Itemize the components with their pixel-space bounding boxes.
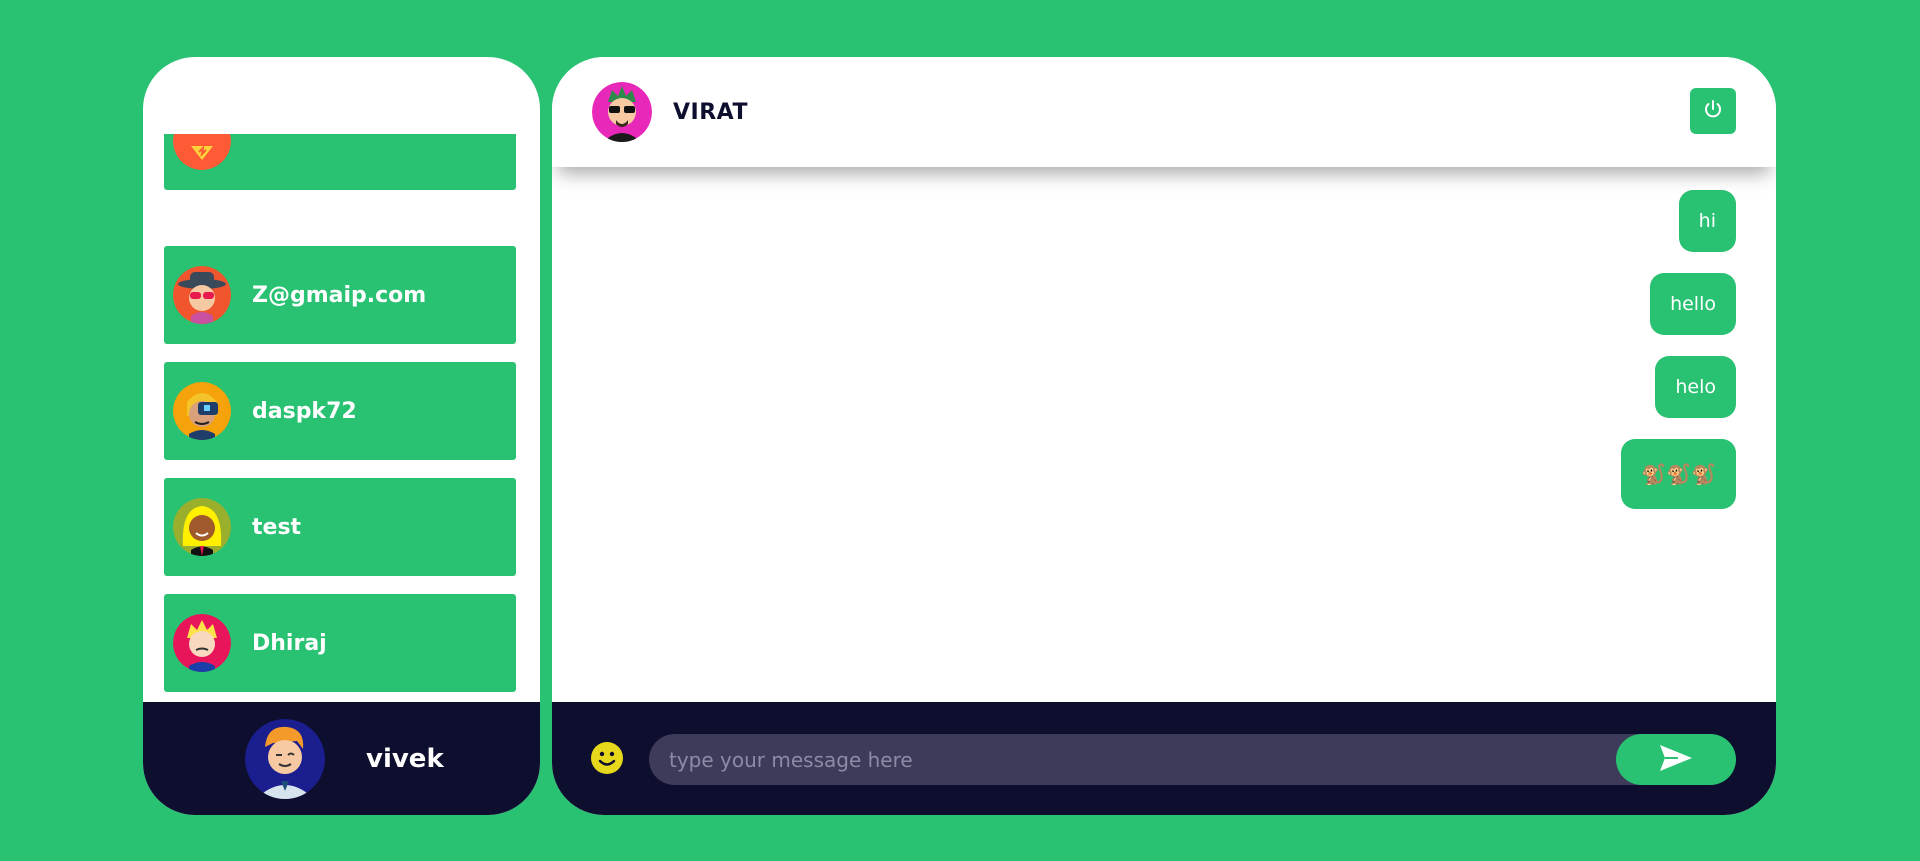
chat-window: VIRAT hi hello helo 🐒🐒🐒	[552, 57, 1776, 815]
message-text: hello	[1670, 293, 1716, 315]
message-text: 🐒🐒🐒	[1641, 462, 1716, 486]
superhero-avatar-icon	[173, 134, 231, 170]
contact-name: test	[252, 514, 302, 540]
message-bubble: 🐒🐒🐒	[1621, 439, 1736, 509]
sunglasses-man-avatar-icon[interactable]	[592, 82, 652, 142]
contact-item[interactable]: test	[164, 478, 516, 576]
send-arrow-icon	[1658, 743, 1694, 777]
contact-list[interactable]: Z@gmaip.com daspk72 test Dhiraj	[143, 134, 540, 759]
contact-item[interactable]: Z@gmaip.com	[164, 246, 516, 344]
message-input[interactable]	[649, 734, 1679, 785]
message-text: helo	[1675, 376, 1716, 398]
blonde-woman-avatar-icon	[173, 498, 231, 556]
message-text: hi	[1698, 210, 1716, 232]
contact-item[interactable]: daspk72	[164, 362, 516, 460]
message-bubble: helo	[1655, 356, 1736, 418]
emoji-button[interactable]	[590, 741, 624, 775]
contact-name: Dhiraj	[252, 630, 327, 656]
chat-header: VIRAT	[552, 57, 1776, 167]
vr-headset-avatar-icon	[173, 382, 231, 440]
message-composer	[552, 702, 1776, 815]
chat-peer-name: VIRAT	[673, 99, 748, 125]
current-user-name: vivek	[366, 743, 444, 774]
contact-item[interactable]	[164, 134, 516, 190]
contact-name: Z@gmaip.com	[252, 282, 427, 308]
message-bubble: hello	[1650, 273, 1736, 335]
man-wink-avatar-icon[interactable]	[245, 718, 325, 799]
smiley-icon	[591, 742, 623, 774]
power-icon	[1702, 98, 1724, 124]
blonde-man-avatar-icon	[173, 614, 231, 672]
send-button[interactable]	[1616, 734, 1736, 785]
contacts-sidebar: Z@gmaip.com daspk72 test Dhiraj vivek	[143, 57, 540, 815]
message-list[interactable]: hi hello helo 🐒🐒🐒	[552, 167, 1776, 702]
message-bubble: hi	[1678, 190, 1736, 252]
current-user-bar: vivek	[143, 702, 540, 815]
contact-item[interactable]: Dhiraj	[164, 594, 516, 692]
logout-button[interactable]	[1690, 88, 1736, 134]
hat-sunglasses-avatar-icon	[173, 266, 231, 324]
contact-name: daspk72	[252, 398, 357, 424]
